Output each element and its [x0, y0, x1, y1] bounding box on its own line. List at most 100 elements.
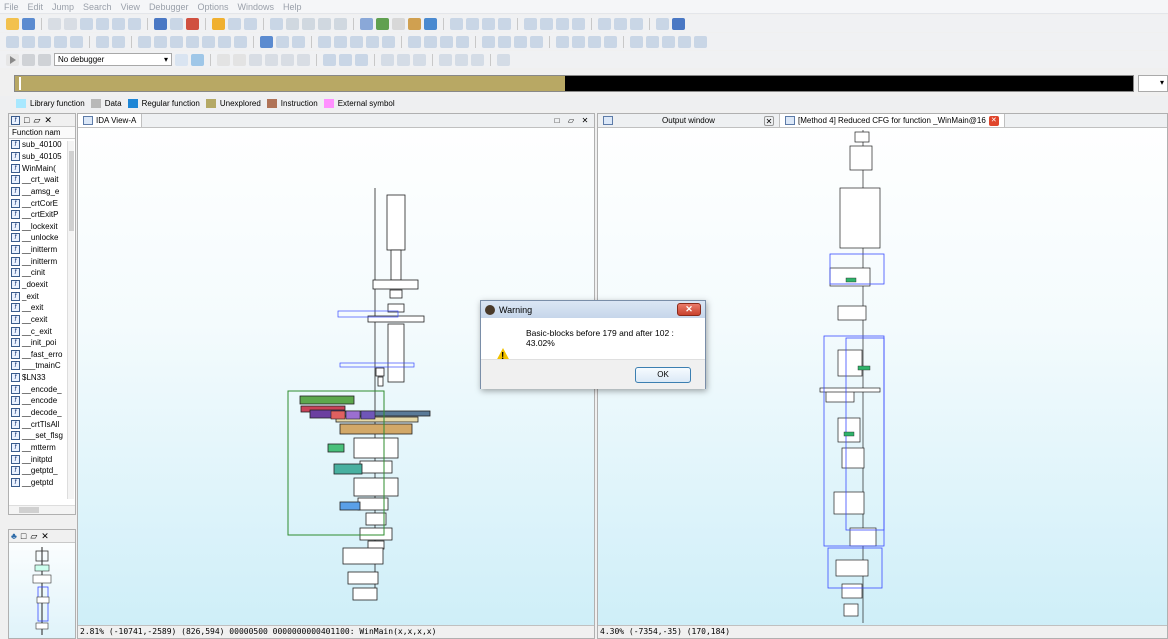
toolbar-tool-icon[interactable] — [656, 17, 669, 30]
toolbar-tool-icon[interactable] — [630, 17, 643, 30]
toolbar-tool-icon[interactable] — [540, 17, 553, 30]
step-over-icon[interactable] — [233, 53, 246, 66]
graph-block[interactable] — [377, 376, 384, 387]
graph-block[interactable] — [839, 187, 881, 249]
toolbar-tool-icon[interactable] — [604, 35, 617, 48]
toolbar-tool-icon[interactable] — [128, 17, 141, 30]
graph-block[interactable] — [360, 410, 376, 420]
toolbar-tool-icon[interactable] — [302, 17, 315, 30]
function-list-item[interactable]: f __getptd_ — [9, 465, 75, 477]
toolbar-tool-icon[interactable] — [662, 35, 675, 48]
graph-block[interactable] — [330, 410, 346, 420]
toolbar-tool-icon[interactable] — [218, 35, 231, 48]
function-list-item[interactable]: f __crtCorE — [9, 197, 75, 209]
function-list-item[interactable]: f __c_exit — [9, 325, 75, 337]
menu-item-debugger[interactable]: Debugger — [149, 2, 189, 12]
function-list-item[interactable]: f __encode_ — [9, 383, 75, 395]
toolbar-tool-icon[interactable] — [6, 17, 19, 30]
toolbar-tool-icon[interactable] — [350, 35, 363, 48]
toolbar-tool-icon[interactable] — [318, 35, 331, 48]
toolbar-tool-icon[interactable] — [466, 17, 479, 30]
menu-item-search[interactable]: Search — [83, 2, 112, 12]
tab-output-window[interactable]: Output window ✕ — [598, 114, 780, 127]
toolbar-tool-icon[interactable] — [276, 35, 289, 48]
graph-block[interactable] — [352, 587, 378, 601]
graph-icon[interactable] — [323, 53, 336, 66]
graph-block[interactable] — [843, 603, 859, 617]
graph-block[interactable] — [854, 131, 870, 143]
float-icon[interactable]: ▱ — [33, 115, 40, 126]
graph-block[interactable] — [849, 145, 873, 171]
graph-block[interactable] — [365, 512, 387, 526]
function-list-item[interactable]: f __init_poi — [9, 337, 75, 349]
graph-block[interactable] — [829, 267, 871, 287]
graph-block[interactable] — [359, 527, 393, 541]
toolbar-tool-icon[interactable] — [244, 17, 257, 30]
graph-block[interactable] — [339, 501, 361, 511]
watch-icon[interactable] — [413, 53, 426, 66]
graph-block[interactable] — [375, 367, 385, 377]
graph-block[interactable] — [841, 583, 863, 599]
graph-block[interactable] — [819, 387, 881, 393]
graph-block[interactable] — [359, 460, 393, 474]
function-list-item[interactable]: f __initptd — [9, 453, 75, 465]
toolbar-tool-icon[interactable] — [48, 17, 61, 30]
navigation-band-dropdown[interactable]: ▾ — [1138, 75, 1168, 92]
toolbar-tool-icon[interactable] — [154, 35, 167, 48]
function-list-item[interactable]: f __cexit — [9, 314, 75, 326]
toolbar-tool-icon[interactable] — [424, 35, 437, 48]
warning-dialog-titlebar[interactable]: Warning ✕ — [481, 301, 705, 318]
tab-reduced-cfg[interactable]: [Method 4] Reduced CFG for function _Win… — [780, 114, 1005, 127]
menu-item-help[interactable]: Help — [283, 2, 302, 12]
functions-hscrollbar[interactable] — [9, 505, 75, 514]
breakpoint-list-icon[interactable] — [265, 53, 278, 66]
toolbar-tool-icon[interactable] — [530, 35, 543, 48]
toolbar-tool-icon[interactable] — [80, 17, 93, 30]
close-icon[interactable]: ✕ — [44, 115, 52, 126]
restore-icon[interactable]: □ — [24, 115, 29, 125]
toolbar-tool-icon[interactable] — [524, 17, 537, 30]
toolbar-tool-icon[interactable] — [408, 35, 421, 48]
menu-item-view[interactable]: View — [121, 2, 140, 12]
graph-block[interactable] — [347, 571, 379, 585]
function-list-item[interactable]: f $LN33 — [9, 372, 75, 384]
graph-block[interactable] — [389, 289, 403, 299]
options-icon[interactable] — [497, 53, 510, 66]
toolbar-tool-icon[interactable] — [96, 35, 109, 48]
float-icon[interactable]: ▱ — [566, 116, 576, 126]
toolbar-tool-icon[interactable] — [334, 35, 347, 48]
functions-scrollbar[interactable] — [67, 141, 74, 499]
graph-block[interactable] — [339, 423, 413, 435]
function-list-item[interactable]: f __initterm — [9, 244, 75, 256]
debugger-select[interactable]: No debugger ▾ — [54, 53, 172, 66]
menu-item-edit[interactable]: Edit — [28, 2, 44, 12]
play-icon[interactable] — [6, 53, 19, 66]
threads-icon[interactable] — [281, 53, 294, 66]
toolbar-tool-icon[interactable] — [630, 35, 643, 48]
menu-item-options[interactable]: Options — [197, 2, 228, 12]
graph-block[interactable] — [390, 249, 402, 281]
toolbar-tool-icon[interactable] — [112, 17, 125, 30]
toolbar-tool-icon[interactable] — [556, 35, 569, 48]
close-icon[interactable]: ✕ — [988, 115, 999, 126]
toolbar-tool-icon[interactable] — [514, 35, 527, 48]
toolbar-tool-icon[interactable] — [482, 35, 495, 48]
toolbar-tool-icon[interactable] — [270, 17, 283, 30]
toolbar-tool-icon[interactable] — [498, 17, 511, 30]
function-list-item[interactable]: f __encode — [9, 395, 75, 407]
function-list-item[interactable]: f _exit — [9, 290, 75, 302]
toolbar-tool-icon[interactable] — [186, 35, 199, 48]
function-list-item[interactable]: f __amsg_e — [9, 186, 75, 198]
toolbar-tool-icon[interactable] — [64, 17, 77, 30]
menu-item-jump[interactable]: Jump — [52, 2, 74, 12]
toolbar-tool-icon[interactable] — [170, 35, 183, 48]
toolbar-tool-icon[interactable] — [22, 35, 35, 48]
graph-block[interactable] — [387, 323, 405, 383]
pause-icon[interactable] — [22, 53, 35, 66]
toolbar-tool-icon[interactable] — [54, 35, 67, 48]
toolbar-tool-icon[interactable] — [424, 17, 437, 30]
float-icon[interactable]: ▱ — [30, 531, 37, 542]
toolbar-tool-icon[interactable] — [318, 17, 331, 30]
modules-icon[interactable] — [297, 53, 310, 66]
function-list-item[interactable]: f _doexit — [9, 279, 75, 291]
